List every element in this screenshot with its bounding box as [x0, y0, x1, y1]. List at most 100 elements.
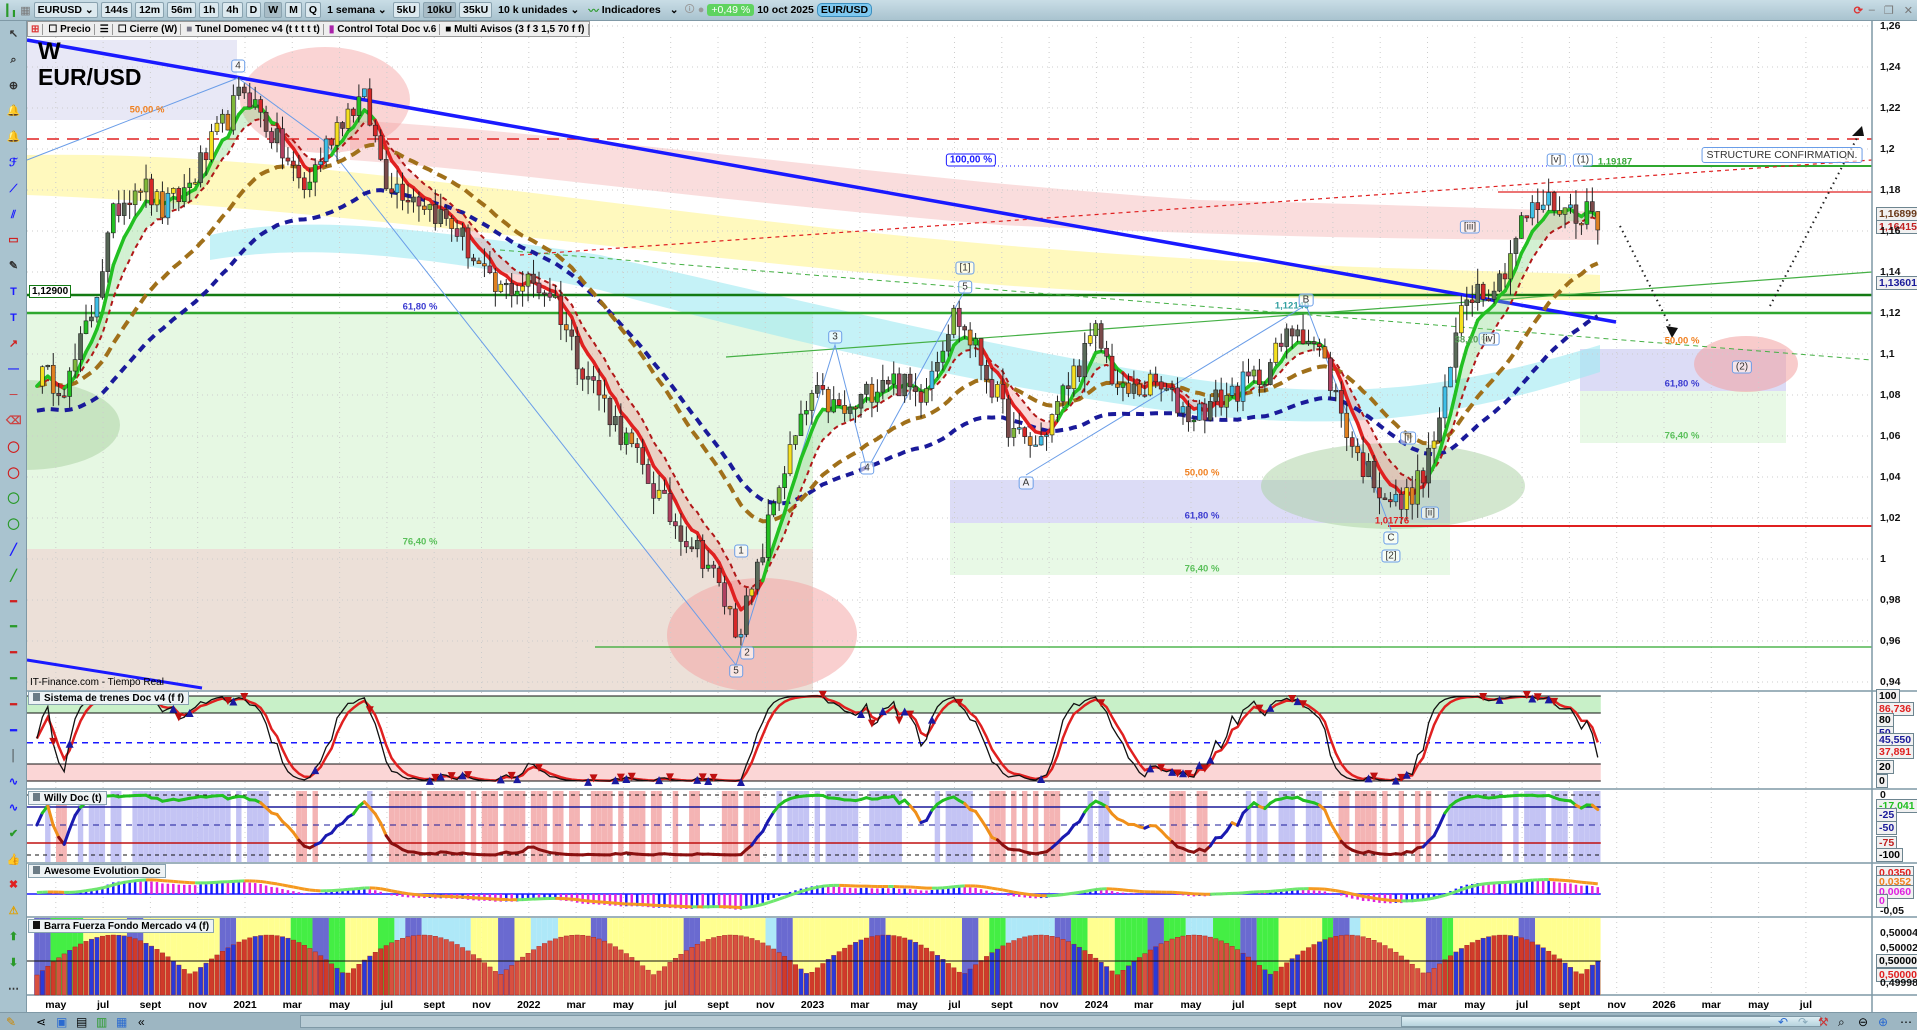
close-icon[interactable]: ✕	[1900, 4, 1917, 17]
report-icon[interactable]: ▤	[76, 1014, 87, 1030]
fibo-icon[interactable]: ℱ	[6, 156, 21, 171]
minimize-icon[interactable]: –	[1866, 4, 1878, 16]
unit-10ku[interactable]: 10kU	[422, 2, 457, 18]
wave-label[interactable]: [ii]	[1421, 506, 1439, 520]
units-select[interactable]: 10 k unidades ⌄	[495, 2, 582, 18]
sync-icon[interactable]: ⟳	[1854, 4, 1863, 17]
line2-icon[interactable]: ━	[6, 620, 21, 635]
unit-5ku[interactable]: 5kU	[392, 2, 420, 18]
zoom-fit-icon[interactable]: ⌕	[1838, 1014, 1845, 1030]
diag-icon[interactable]: ╱	[6, 543, 21, 558]
alert-icon[interactable]: 🔔	[6, 104, 21, 119]
wave-label[interactable]: A	[1018, 476, 1034, 490]
zoom-icon[interactable]: ⌕	[6, 53, 21, 68]
structure-confirmation-label[interactable]: STRUCTURE CONFIRMATION.	[1701, 147, 1863, 163]
chart-type-icon[interactable]: ┃╻	[4, 4, 17, 17]
wave-label[interactable]: [2]	[1381, 549, 1401, 563]
interval-w[interactable]: W	[264, 2, 283, 18]
interval-1h[interactable]: 1h	[199, 2, 220, 18]
wave-label[interactable]: C	[1383, 531, 1399, 545]
ellipse4-icon[interactable]: ◯	[6, 517, 21, 532]
vline-icon[interactable]: │	[6, 749, 21, 764]
window-icon[interactable]: ▦	[116, 1014, 127, 1030]
panel-title-barra[interactable]: Barra Fuerza Fondo Mercado v4 (f)	[28, 919, 215, 933]
unit-35ku[interactable]: 35kU	[459, 2, 493, 18]
wave-label[interactable]: 4	[231, 59, 245, 73]
wave-icon[interactable]: ∿	[6, 775, 21, 790]
red-line-icon[interactable]: ━	[6, 595, 21, 610]
thumbs-up-icon[interactable]: 👍	[6, 853, 21, 868]
wave-label[interactable]: [v]	[1546, 153, 1566, 167]
list-icon[interactable]: ☰	[97, 23, 113, 35]
text-icon[interactable]: T	[6, 285, 21, 300]
indicators-dropdown[interactable]: ⌄	[667, 2, 682, 18]
undo-icon[interactable]: ↶	[1778, 1014, 1788, 1030]
interval-12m[interactable]: 12m	[135, 2, 165, 18]
warning-icon[interactable]: ⚠	[6, 904, 21, 919]
draw-pencil-icon[interactable]: ✎	[6, 1014, 16, 1030]
wave-label[interactable]: 1	[734, 544, 748, 558]
alert2-icon[interactable]: 🔔	[6, 130, 21, 145]
check-icon[interactable]: ✔	[6, 827, 21, 842]
interval-d[interactable]: D	[245, 2, 262, 18]
legend-item-control[interactable]: ▮ Control Total Doc v.6	[326, 23, 441, 35]
trend-icon[interactable]: ⟋	[6, 182, 21, 197]
wave-label[interactable]: [iii]	[1459, 220, 1481, 234]
wave-label[interactable]: [i]	[1400, 431, 1416, 445]
interval-q[interactable]: Q	[304, 2, 322, 18]
pen-icon[interactable]: ✎	[6, 259, 21, 274]
ellipse-icon[interactable]: ◯	[6, 440, 21, 455]
wave-label[interactable]: (1)	[1572, 153, 1594, 167]
more-icon[interactable]: ⋯	[1900, 1014, 1912, 1030]
wave2-icon[interactable]: ∿	[6, 801, 21, 816]
rect-icon[interactable]: ▭	[6, 233, 21, 248]
wave-label[interactable]: (2)	[1731, 360, 1753, 374]
interval-m[interactable]: M	[285, 2, 302, 18]
interval-4h[interactable]: 4h	[222, 2, 243, 18]
arrow-up-icon[interactable]: ⬆	[6, 930, 21, 945]
zoom-in-icon[interactable]: ⊕	[1878, 1014, 1888, 1030]
panel-title-trenes[interactable]: Sistema de trenes Doc v4 (f f)	[28, 691, 190, 705]
collapse-icon[interactable]: «	[138, 1014, 145, 1030]
info-icon[interactable]: 🛈	[685, 2, 695, 19]
horizontal-scrollbar[interactable]	[300, 1015, 1821, 1028]
delete-icon[interactable]: ✖	[6, 878, 21, 893]
line-icon[interactable]: —	[6, 362, 21, 377]
panel-title-awesome[interactable]: Awesome Evolution Doc	[28, 864, 166, 878]
interval-56m[interactable]: 56m	[167, 2, 197, 18]
layers-icon[interactable]: ▥	[96, 1014, 107, 1030]
zoom-area-icon[interactable]: ⊕	[6, 79, 21, 94]
share-icon[interactable]: ⋖	[36, 1014, 46, 1030]
ray-icon[interactable]: ↗	[6, 337, 21, 352]
more-tools-icon[interactable]: ⋯	[6, 982, 21, 997]
legend-item-avisos[interactable]: ■ Multi Avisos (3 f 3 1,5 70 f f)	[442, 23, 589, 35]
wave-label[interactable]: 3	[828, 330, 842, 344]
indicators-button[interactable]: 〰 Indicadores	[585, 2, 663, 18]
symbol-select[interactable]: EURUSD ⌄	[33, 2, 98, 18]
arrow-down-icon[interactable]: ⬇	[6, 956, 21, 971]
line5-icon[interactable]: ━	[6, 698, 21, 713]
layout-icon[interactable]: ▦	[20, 4, 30, 17]
wave-label[interactable]: [iv]	[1478, 332, 1500, 346]
period-select[interactable]: 1 semana ⌄	[324, 2, 390, 18]
line3-icon[interactable]: ━	[6, 646, 21, 661]
legend-item-tunel[interactable]: ■ Tunel Domenec v4 (t t t t t)	[183, 23, 324, 35]
wave-label[interactable]: 5	[958, 280, 972, 294]
wave-label[interactable]: 2	[740, 646, 754, 660]
legend-item-close[interactable]: ☐ Cierre (W)	[115, 23, 182, 35]
scrollbar-thumb[interactable]	[1401, 1016, 1821, 1027]
wave-label[interactable]: B	[1298, 293, 1314, 307]
cursor-icon[interactable]: ↖	[6, 27, 21, 42]
wave-label[interactable]: 5	[729, 664, 743, 678]
redo-icon[interactable]: ↷	[1798, 1014, 1808, 1030]
wave-label[interactable]: [1]	[955, 261, 975, 275]
chat-icon[interactable]: ▣	[56, 1014, 67, 1030]
text2-icon[interactable]: T	[6, 311, 21, 326]
diag2-icon[interactable]: ╱	[6, 569, 21, 584]
line6-icon[interactable]: ━	[6, 724, 21, 739]
restore-icon[interactable]: ❐	[1881, 4, 1897, 17]
ellipse3-icon[interactable]: ◯	[6, 491, 21, 506]
ellipse2-icon[interactable]: ◯	[6, 466, 21, 481]
wave-label[interactable]: 4	[860, 461, 874, 475]
legend-item-price[interactable]: ☐ Precio	[45, 23, 95, 35]
